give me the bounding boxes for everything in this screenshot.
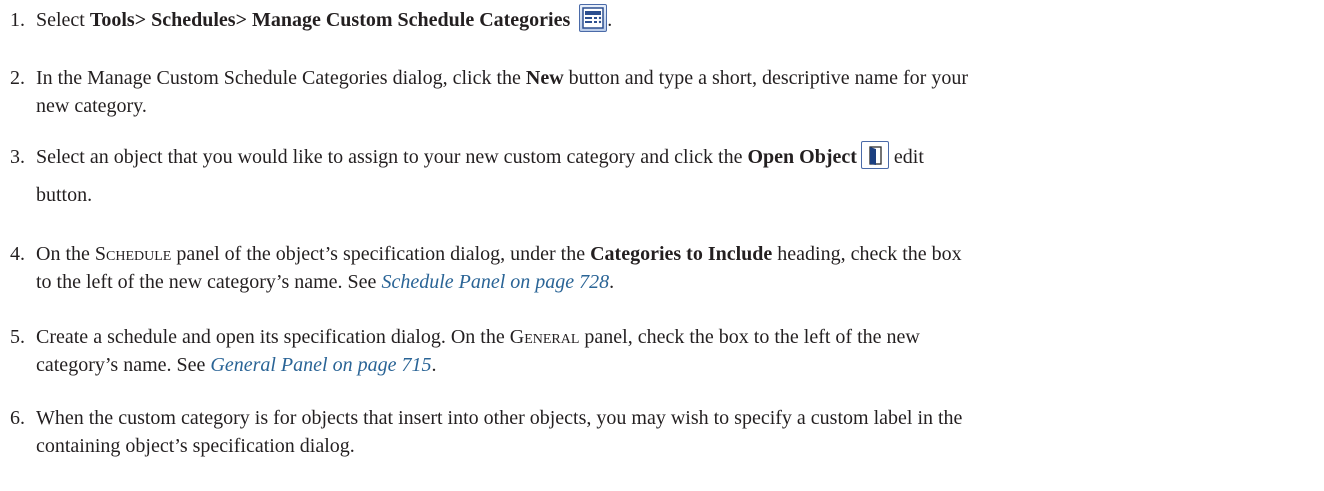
step-line: 3. Select an object that you would like t… — [10, 138, 1310, 176]
menu-path: Tools> Schedules> Manage Custom Schedule… — [89, 9, 571, 31]
step-text: panel of the object’s specification dial… — [171, 243, 591, 265]
step-text-continued: category’s name. See General Panel on pa… — [10, 351, 1310, 379]
step-1: 1. Select Tools> Schedules> Manage Custom… — [10, 4, 1310, 34]
categories-heading-label: Categories to Include — [590, 243, 773, 265]
new-button-label: New — [525, 67, 564, 89]
step-text: Create a schedule and open its specifica… — [36, 326, 510, 348]
step-6: 6. When the custom category is for object… — [10, 404, 1310, 460]
step-number: 1. — [10, 9, 25, 31]
step-text: to the left of the new category’s name. … — [36, 271, 382, 293]
step-number: 4. — [10, 243, 25, 265]
step-text-continued: button. — [36, 184, 93, 206]
panel-name-initial: G — [509, 326, 525, 348]
step-text: Select — [36, 9, 90, 31]
panel-name-initial: S — [94, 243, 107, 265]
step-number: 5. — [10, 326, 25, 348]
step-text: When the custom category is for objects … — [36, 407, 963, 429]
step-line: 2. In the Manage Custom Schedule Categori… — [10, 64, 1310, 92]
step-number: 3. — [10, 146, 25, 168]
step-2: 2. In the Manage Custom Schedule Categori… — [10, 64, 1310, 120]
open-object-label: Open Object — [747, 146, 857, 168]
step-5: 5. Create a schedule and open its specifi… — [10, 323, 1310, 379]
schedule-categories-icon — [579, 4, 608, 32]
step-text: category’s name. See — [36, 354, 211, 376]
step-text: . — [431, 354, 437, 376]
general-panel-link[interactable]: General Panel on page 715 — [210, 354, 431, 376]
panel-name-schedule: Schedule — [95, 243, 171, 265]
step-text-continued: containing object’s specification dialog… — [36, 435, 355, 457]
step-text: . — [609, 271, 615, 293]
step-text: button and type a short, descriptive nam… — [563, 67, 968, 89]
panel-name-rest: chedule — [106, 243, 172, 265]
step-line: 5. Create a schedule and open its specifi… — [10, 323, 1310, 351]
step-end: . — [607, 9, 613, 31]
step-text: panel, check the box to the left of the … — [579, 326, 920, 348]
open-object-icon — [860, 141, 889, 169]
step-text: heading, check the box — [772, 243, 962, 265]
step-number: 6. — [10, 407, 25, 429]
step-text: Select an object that you would like to … — [36, 146, 748, 168]
step-line: 4. On the Schedule panel of the object’s … — [10, 240, 1310, 268]
step-text: edit — [888, 146, 924, 168]
step-line: 6. When the custom category is for object… — [10, 404, 1310, 432]
step-3: 3. Select an object that you would like t… — [10, 138, 1310, 214]
step-text: On the — [36, 243, 95, 265]
step-text-continued: new category. — [36, 95, 147, 117]
schedule-panel-link[interactable]: Schedule Panel on page 728 — [381, 271, 609, 293]
panel-name-rest: eneral — [524, 326, 580, 348]
panel-name-general: General — [510, 326, 580, 348]
step-4: 4. On the Schedule panel of the object’s … — [10, 240, 1310, 296]
step-number: 2. — [10, 67, 25, 89]
step-text: In the Manage Custom Schedule Categories… — [36, 67, 526, 89]
step-text-continued: to the left of the new category’s name. … — [10, 268, 1310, 296]
